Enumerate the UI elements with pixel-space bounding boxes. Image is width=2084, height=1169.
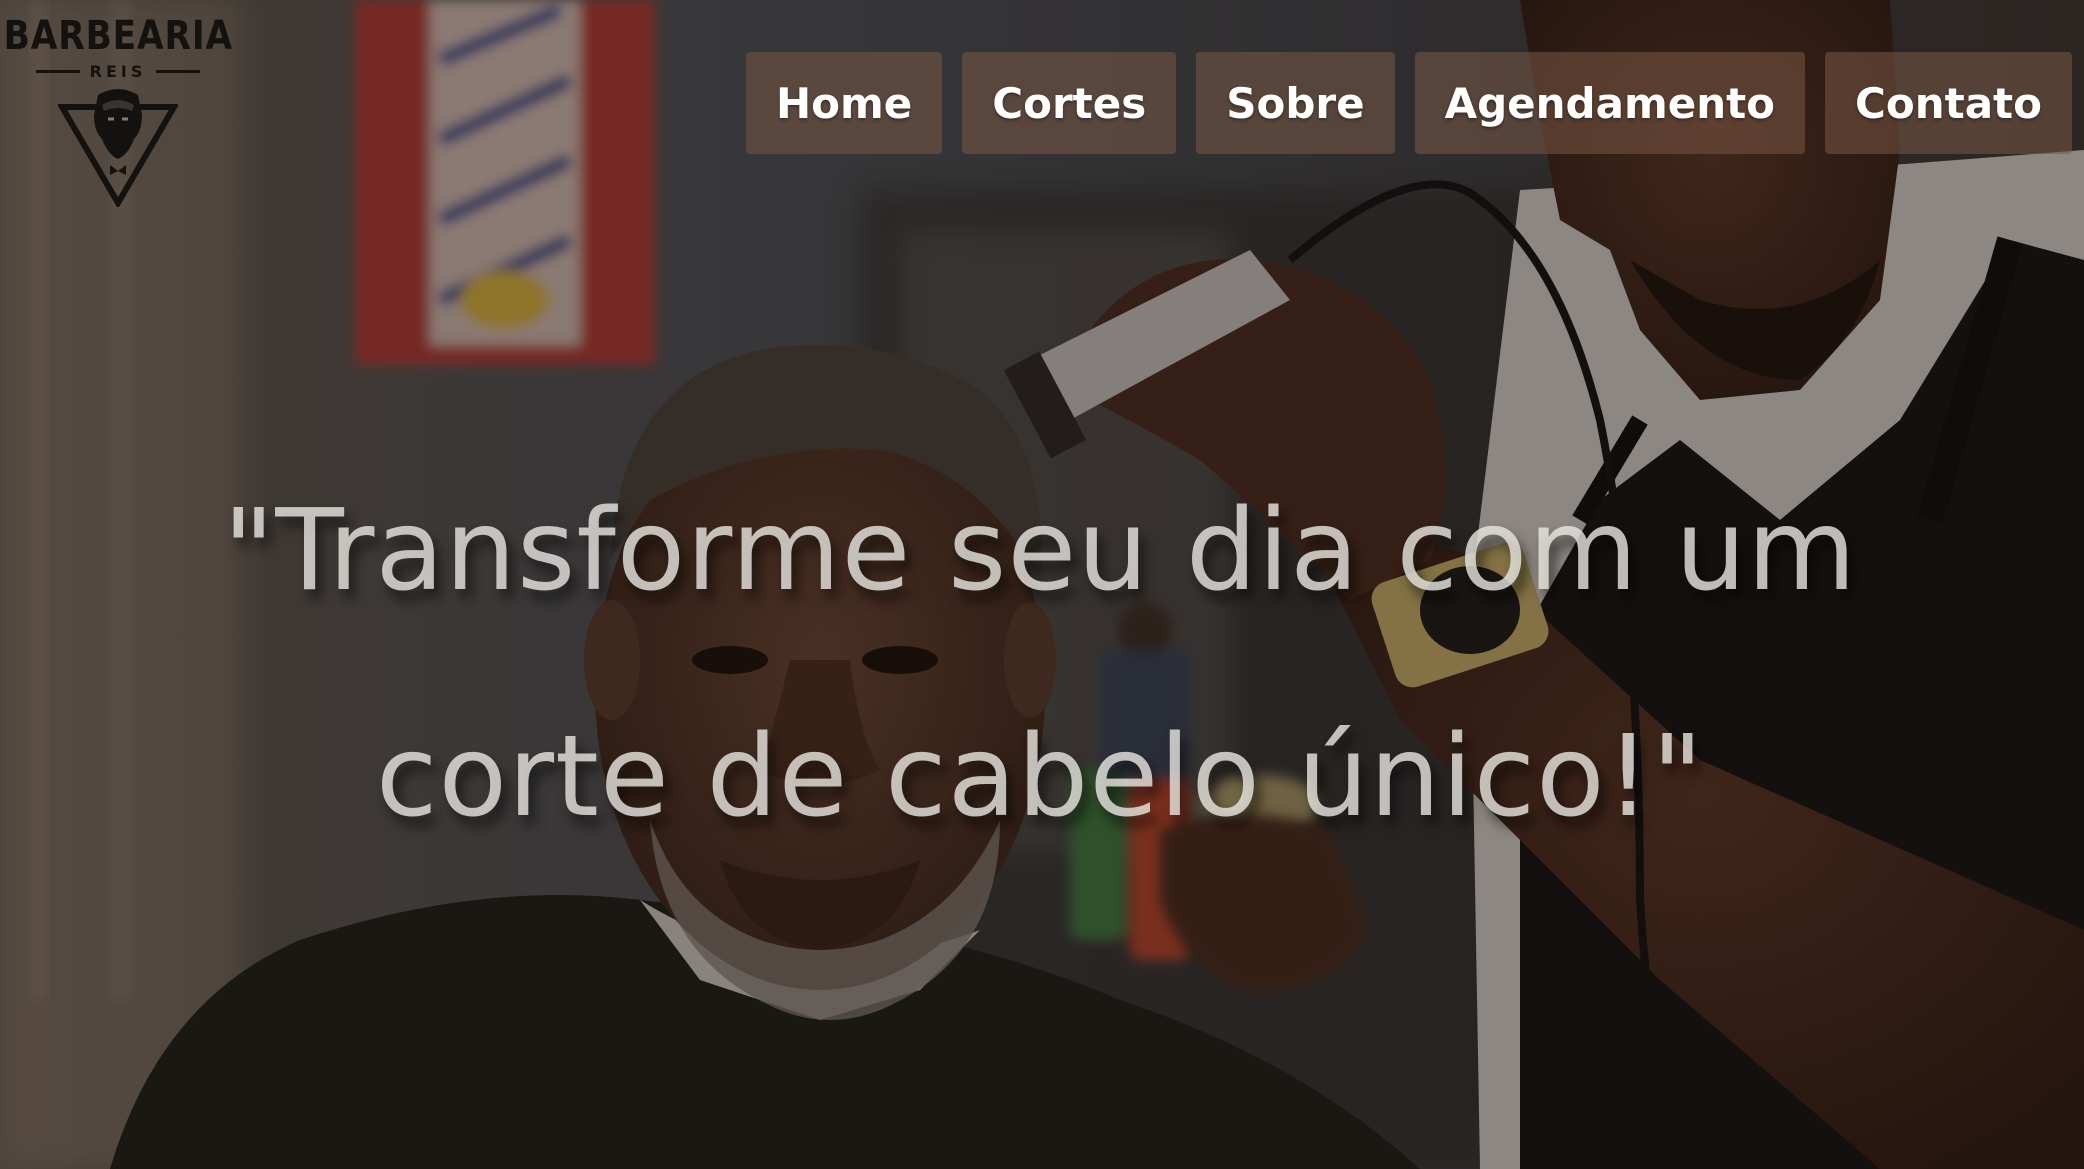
nav-agendamento[interactable]: Agendamento bbox=[1414, 52, 1806, 154]
hero-section: BARBEARIA REIS Home Cortes Sobre Agendam… bbox=[0, 0, 2084, 1169]
logo-subtitle: REIS bbox=[89, 62, 147, 81]
site-logo[interactable]: BARBEARIA REIS bbox=[3, 12, 232, 222]
nav-cortes[interactable]: Cortes bbox=[962, 52, 1177, 154]
bearded-man-triangle-icon bbox=[58, 89, 178, 207]
nav-contato[interactable]: Contato bbox=[1825, 52, 2072, 154]
logo-divider-left bbox=[35, 70, 80, 73]
logo-subtitle-row: REIS bbox=[35, 62, 201, 81]
hero-headline: "Transforme seu dia com um corte de cabe… bbox=[222, 486, 1858, 842]
logo-title: BARBEARIA bbox=[3, 13, 233, 59]
nav-home[interactable]: Home bbox=[746, 52, 943, 154]
nav-sobre[interactable]: Sobre bbox=[1196, 52, 1395, 154]
logo-divider-right bbox=[156, 70, 201, 73]
main-nav: Home Cortes Sobre Agendamento Contato bbox=[746, 52, 2072, 154]
